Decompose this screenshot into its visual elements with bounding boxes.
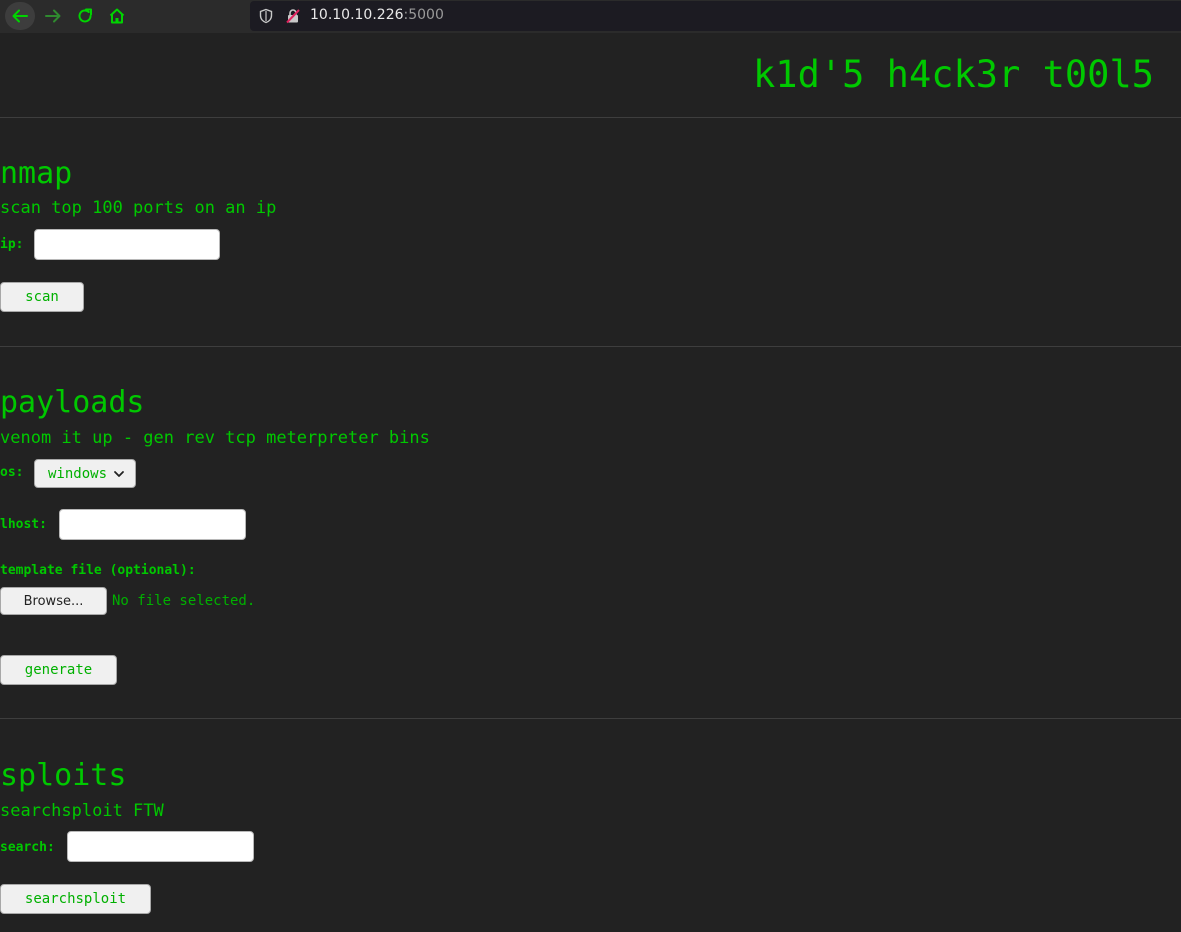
searchsploit-button[interactable]: searchsploit [0,884,151,914]
payloads-description: venom it up - gen rev tcp meterpreter bi… [0,428,430,448]
os-select[interactable]: windows [34,459,136,488]
home-icon [109,8,125,24]
insecure-lock-icon[interactable] [285,8,301,24]
url-port: :5000 [403,7,444,23]
browse-button[interactable]: Browse... [0,587,107,615]
reload-button[interactable] [70,2,100,30]
section-divider [0,718,1181,719]
arrow-left-icon [12,9,28,23]
ip-input[interactable] [34,229,220,260]
lhost-input[interactable] [59,509,246,540]
chevron-down-icon [114,471,124,477]
generate-button[interactable]: generate [0,655,117,685]
sploits-description: searchsploit FTW [0,801,164,821]
browser-toolbar: 10.10.10.226:5000 [0,0,1181,33]
nmap-heading: nmap [0,156,73,191]
search-label: search: [0,840,55,855]
page-header: k1d'5 h4ck3r t00l5 [0,33,1181,118]
reload-icon [78,8,92,23]
os-selected-value: windows [48,465,108,482]
nmap-description: scan top 100 ports on an ip [0,198,277,218]
sploits-section: sploits searchsploit FTW search: searchs… [0,720,1181,932]
scan-button[interactable]: scan [0,282,84,312]
nmap-section: nmap scan top 100 ports on an ip ip: sca… [0,118,1181,347]
payloads-heading: payloads [0,385,145,420]
page-title: k1d'5 h4ck3r t00l5 [753,53,1154,96]
lhost-label: lhost: [0,517,47,532]
arrow-right-icon [45,9,61,23]
template-file-label: template file (optional): [0,563,196,578]
sploits-heading: sploits [0,758,127,793]
address-bar[interactable]: 10.10.10.226:5000 [250,1,1181,31]
url-host: 10.10.10.226 [310,7,404,23]
file-status: No file selected. [112,593,256,609]
os-label: os: [0,465,24,480]
search-input[interactable] [67,831,254,862]
url-text[interactable]: 10.10.10.226:5000 [310,7,444,23]
back-button[interactable] [5,2,35,30]
payloads-section: payloads venom it up - gen rev tcp meter… [0,347,1181,719]
ip-label: ip: [0,237,24,252]
shield-icon[interactable] [258,8,274,24]
forward-button[interactable] [38,2,68,30]
home-button[interactable] [102,2,132,30]
